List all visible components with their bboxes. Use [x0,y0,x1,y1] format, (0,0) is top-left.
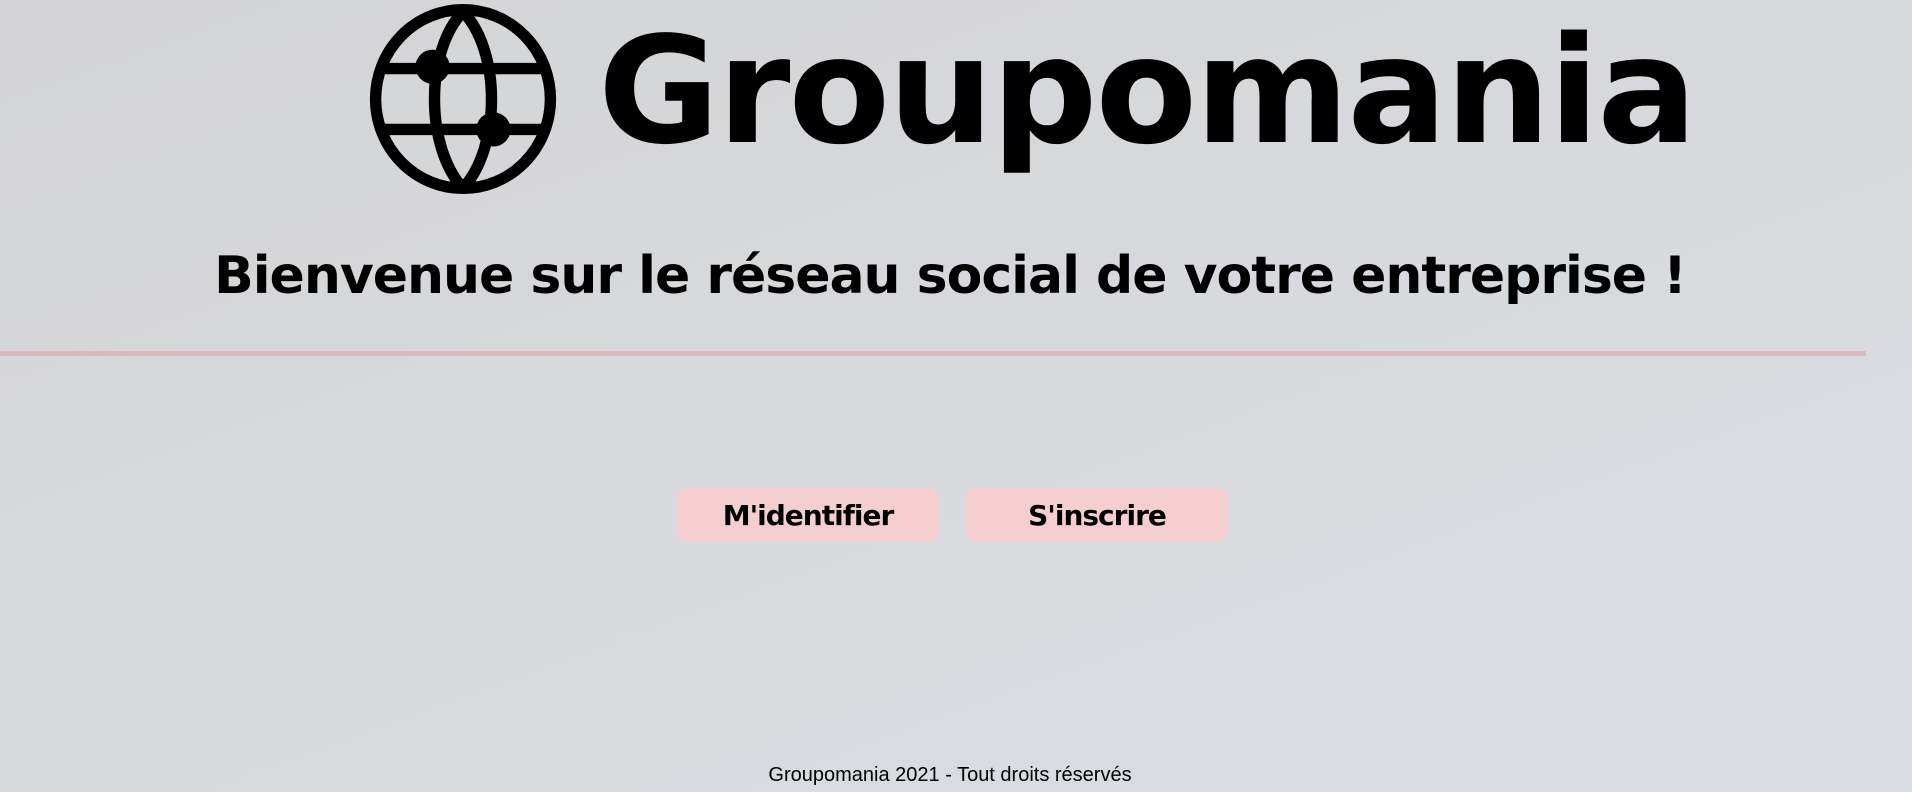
signup-button[interactable]: S'inscrire [966,488,1228,542]
footer-copyright: Groupomania 2021 - Tout droits réservés [768,764,1132,786]
welcome-heading: Bienvenue sur le réseau social de votre … [214,246,1687,306]
header-divider [0,351,1866,356]
globe-icon [369,4,557,194]
groupomania-logo: Groupomania [368,4,1697,194]
login-button[interactable]: M'identifier [677,488,939,542]
brand-name: Groupomania [598,5,1697,177]
